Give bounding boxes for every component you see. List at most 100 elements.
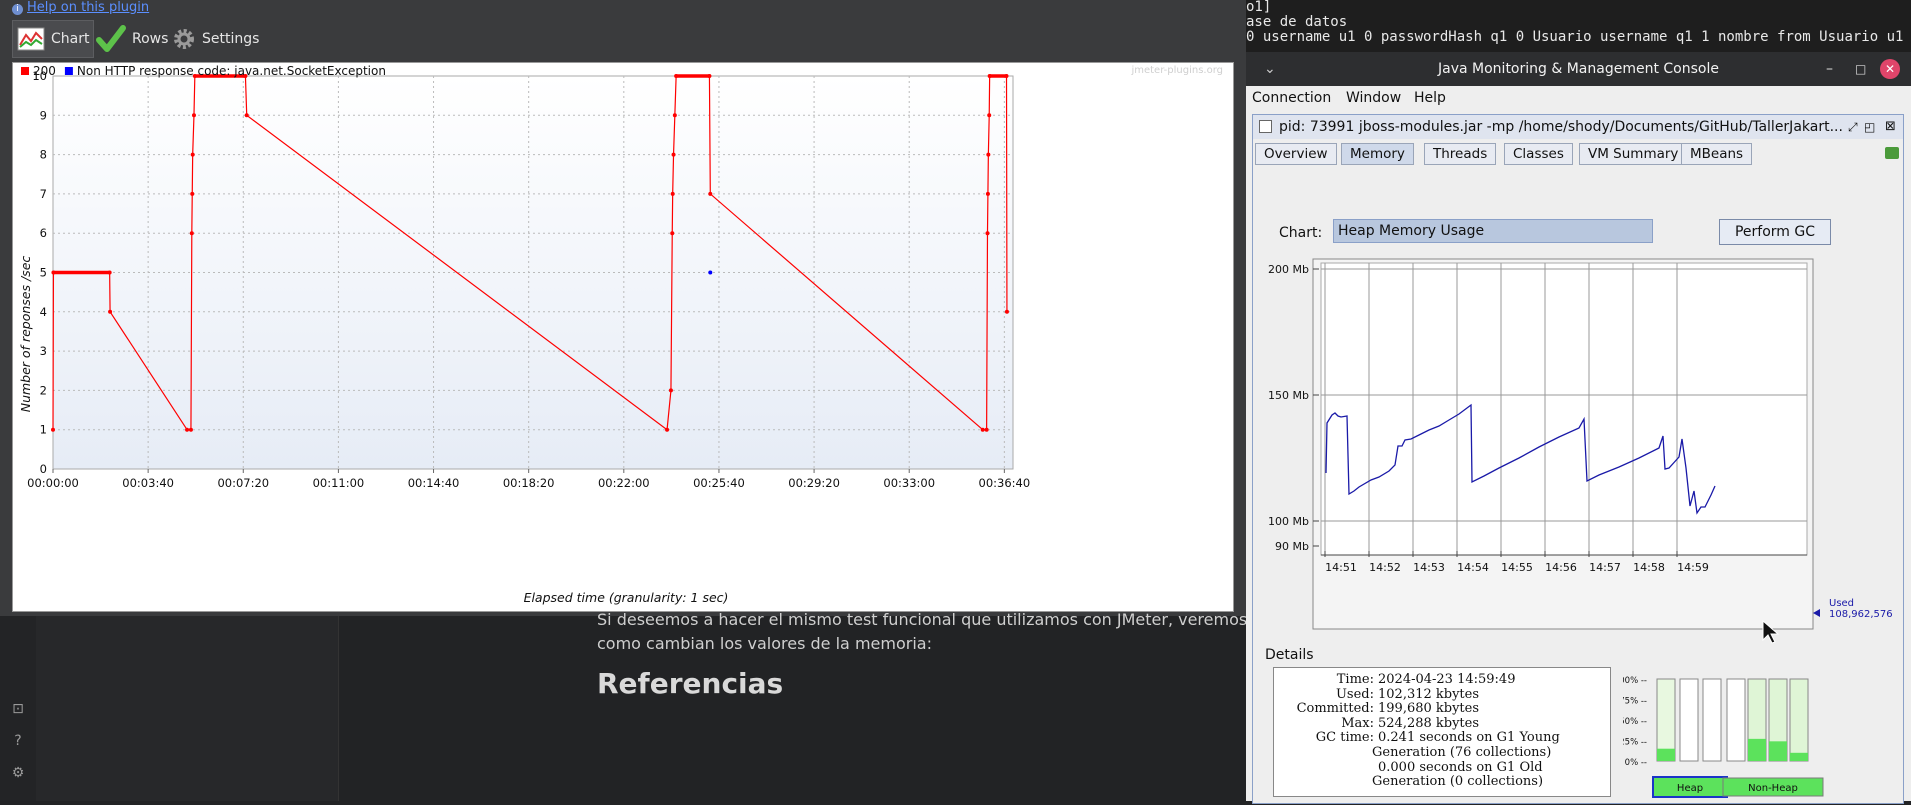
maximize-icon[interactable]: ◰ (1864, 115, 1875, 139)
minimize-icon[interactable]: – (1826, 52, 1833, 86)
restore-icon[interactable]: ⤢ (1848, 115, 1858, 139)
details-value: Generation (76 collections) (1372, 745, 1552, 760)
details-key: Used: (1335, 686, 1374, 702)
heap-pool-bar[interactable] (1679, 678, 1699, 762)
pct-tick-label: 50% -- (1623, 717, 1647, 727)
data-point (670, 231, 675, 236)
frame-icon (1259, 120, 1272, 133)
data-point (987, 74, 992, 78)
activity-bar: ⊡ ? ⚙ (0, 616, 36, 801)
heap-button-label[interactable]: Heap (1677, 783, 1703, 794)
x-tick-label: 14:51 (1325, 561, 1357, 574)
terminal-line: o1] (1246, 0, 1272, 15)
help-link-text[interactable]: Help on this plugin (27, 0, 149, 15)
y-tick-label: 5 (40, 266, 47, 280)
jconsole-window: Java Monitoring & Management Console ⌄ –… (1246, 52, 1911, 804)
tab-mbeans[interactable]: MBeans (1681, 143, 1753, 165)
data-point (668, 388, 673, 393)
x-tick-label: 00:03:40 (122, 476, 174, 490)
maximize-icon[interactable]: □ (1855, 52, 1866, 86)
gear-icon (174, 29, 194, 49)
y-tick-label: 100 Mb (1268, 515, 1309, 528)
y-axis-label: Number of reponses /sec (18, 256, 33, 413)
non-heap-pool-bar[interactable] (1726, 678, 1746, 762)
heap-pool-bar[interactable] (1702, 678, 1722, 762)
data-point (108, 309, 113, 314)
terminal-line: 0 username u1 0 passwordHash q1 0 Usuari… (1246, 29, 1911, 45)
jmeter-window: i Help on this plugin Chart Rows Settings… (0, 0, 1246, 616)
tab-chart-label: Chart (51, 31, 90, 47)
menu-help[interactable]: Help (1414, 90, 1446, 106)
tab-settings[interactable]: Settings (168, 20, 263, 58)
window-title: Java Monitoring & Management Console ⌄ –… (1246, 52, 1911, 86)
page-paragraph: Si deseemos a hacer el mismo test funcio… (597, 610, 1248, 653)
non-heap-pool-bar-fill (1769, 741, 1787, 761)
tab-chart[interactable]: Chart (12, 20, 95, 58)
x-tick-label: 00:00:00 (27, 476, 79, 490)
x-tick-label: 00:18:20 (503, 476, 555, 490)
details-value: 0.241 seconds on G1 Young (1378, 730, 1560, 746)
info-icon: i (12, 4, 23, 15)
chevron-down-icon[interactable]: ⌄ (1264, 52, 1276, 86)
data-point (51, 270, 56, 275)
data-point (708, 191, 713, 196)
tab-memory[interactable]: Memory (1341, 143, 1414, 165)
details-label: Details (1265, 647, 1314, 663)
details-value: 524,288 kbytes (1378, 715, 1480, 731)
tab-threads[interactable]: Threads (1424, 143, 1497, 165)
memory-pool-bars: 100% -- 75% -- 50% -- 25% -- 0% -- Heap Non-… (1623, 676, 1824, 798)
legend-label: 200 (33, 64, 56, 78)
sidebar-panel (36, 616, 339, 801)
help-link[interactable]: i Help on this plugin (12, 0, 149, 15)
tab-classes[interactable]: Classes (1504, 143, 1573, 165)
chart-select[interactable]: Heap Memory Usage (1333, 219, 1653, 243)
x-tick-label: 14:59 (1677, 561, 1709, 574)
x-tick-label: 14:57 (1589, 561, 1621, 574)
pct-tick-label: 100% -- (1623, 676, 1647, 686)
tab-overview[interactable]: Overview (1255, 143, 1337, 165)
details-box: Time: 2024-04-23 14:59:49 Used: 102,312 kby… (1273, 667, 1611, 797)
x-tick-label: 00:14:40 (408, 476, 460, 490)
perform-gc-button[interactable]: Perform GC (1719, 219, 1831, 245)
data-point (51, 427, 55, 432)
mouse-cursor-icon (1762, 619, 1780, 648)
chart-label: Chart: (1279, 225, 1323, 241)
y-tick-label: 0 (40, 462, 47, 476)
heap-chart: 200 Mb 150 Mb 100 Mb 90 Mb 14:51 14:52 14:53 14… (1268, 258, 1893, 630)
tab-settings-label: Settings (202, 31, 260, 47)
data-point (985, 191, 990, 196)
chart-icon (17, 27, 45, 51)
used-label: Used (1829, 598, 1854, 609)
non-heap-button-label[interactable]: Non-Heap (1748, 783, 1798, 794)
tab-rows[interactable]: Rows (92, 20, 172, 58)
data-point (984, 427, 989, 432)
x-tick-label: 00:33:00 (883, 476, 935, 490)
menu-connection[interactable]: Connection (1252, 90, 1331, 106)
y-tick-label: 7 (40, 187, 47, 201)
data-point (191, 113, 196, 118)
help-icon[interactable]: ? (10, 733, 26, 749)
close-icon[interactable]: ✕ (1880, 59, 1900, 79)
y-tick-label: 200 Mb (1268, 263, 1309, 276)
tab-rows-label: Rows (132, 31, 169, 47)
details-value: 2024-04-23 14:59:49 (1378, 672, 1516, 687)
chart-panel: 0 1 2 3 4 5 6 7 8 9 10 00:00:00 00:03:40 00:07:20 00:1… (12, 62, 1234, 612)
plugin-icon[interactable]: ⊡ (10, 701, 26, 717)
close-icon[interactable]: ⊠ (1885, 115, 1896, 139)
connection-title: pid: 73991 jboss-modules.jar -mp /home/s… (1253, 115, 1903, 139)
data-point (980, 427, 985, 432)
non-heap-pool-bar[interactable] (1789, 678, 1809, 762)
pct-tick-label: 0% -- (1625, 758, 1647, 768)
connection-title-text: pid: 73991 jboss-modules.jar -mp /home/s… (1279, 119, 1843, 135)
response-chart: 01234567891000:00:00 00:03:40 00:07:20 00:1… (18, 64, 1223, 605)
menu-window[interactable]: Window (1346, 90, 1401, 106)
y-tick-label: 4 (40, 305, 47, 319)
data-point (985, 231, 990, 236)
data-point (708, 270, 713, 275)
tab-vm-summary[interactable]: VM Summary (1579, 143, 1688, 165)
x-tick-label: 14:53 (1413, 561, 1445, 574)
window-title-text: Java Monitoring & Management Console (1438, 61, 1719, 77)
details-key: Committed: (1296, 701, 1374, 717)
terminal[interactable]: o1] ase de datos 0 username u1 0 passwor… (1246, 0, 1911, 52)
gear-icon[interactable]: ⚙ (10, 765, 26, 781)
